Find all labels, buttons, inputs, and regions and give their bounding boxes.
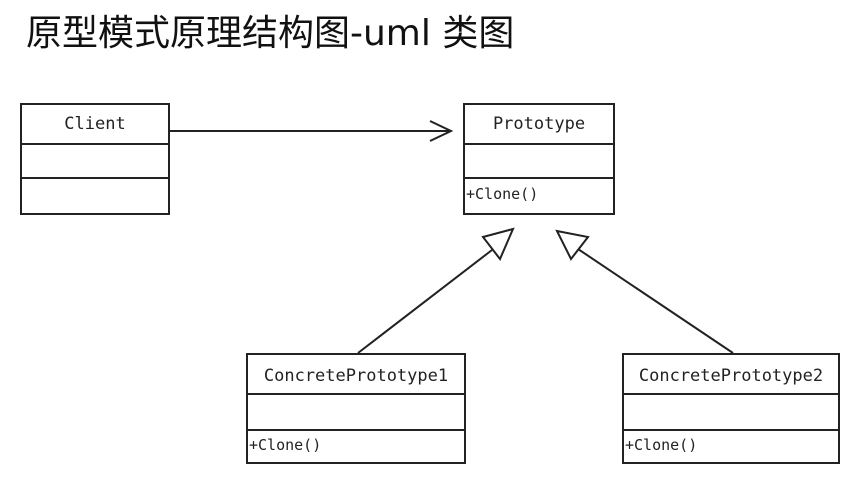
attributes-compartment [248,395,464,431]
class-name: ConcretePrototype2 [624,355,838,395]
operations-compartment: +Clone() [249,436,322,454]
generalization-line-concrete1 [357,249,493,354]
class-name: ConcretePrototype1 [248,355,464,395]
class-prototype: Prototype +Clone() [463,103,615,215]
attributes-compartment [624,395,838,431]
class-name: Client [22,105,168,145]
operations-compartment: +Clone() [625,436,698,454]
class-client: Client [20,103,170,215]
hollow-triangle-icon [555,229,590,261]
class-name: Prototype [465,105,613,145]
attributes-compartment [465,145,613,179]
attributes-compartment [22,145,168,179]
generalization-line-concrete2 [577,248,734,354]
operations-compartment [22,179,168,213]
class-concrete-prototype-1: ConcretePrototype1 +Clone() [246,353,466,464]
class-concrete-prototype-2: ConcretePrototype2 +Clone() [622,353,840,464]
operations-compartment: +Clone() [466,185,539,203]
